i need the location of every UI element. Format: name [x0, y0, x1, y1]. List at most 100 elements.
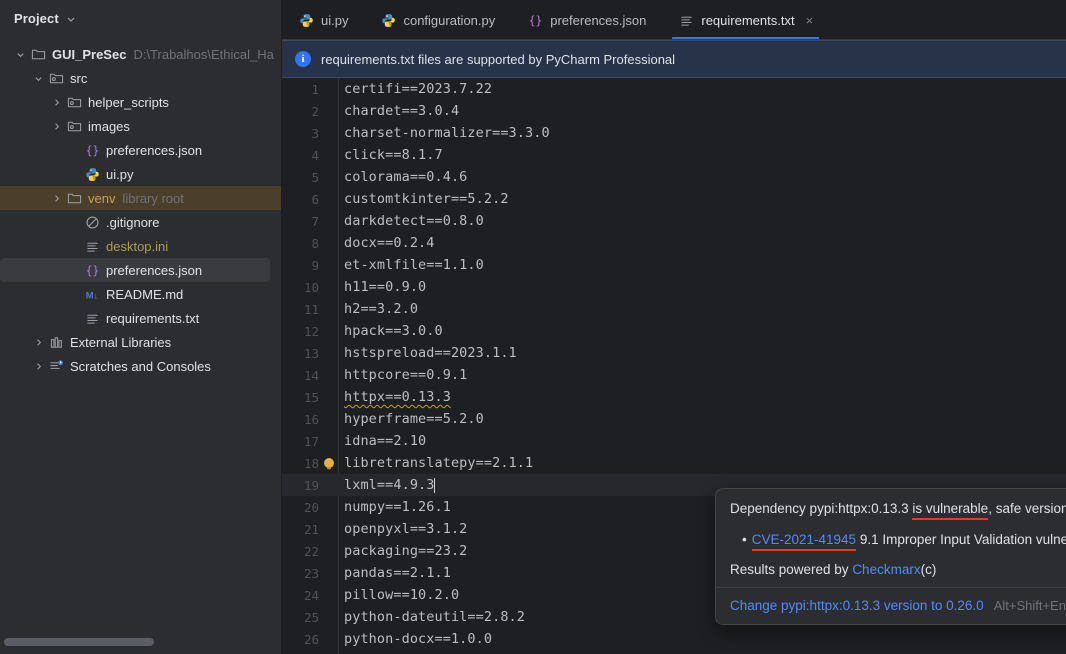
tree-item-helper-scripts[interactable]: helper_scripts: [0, 90, 282, 114]
code-line[interactable]: 18 libretranslatepy==2.1.1: [282, 452, 1066, 474]
vulnerability-popup[interactable]: Dependency pypi:httpx:0.13.3 is vulnerab…: [715, 488, 1066, 625]
tree-item-label: preferences.json: [106, 142, 203, 158]
svg-text:{}: {}: [528, 14, 542, 27]
lightbulb-icon[interactable]: [322, 456, 336, 470]
tree-item-images[interactable]: images: [0, 114, 282, 138]
code-line[interactable]: 7 darkdetect==0.8.0: [282, 210, 1066, 232]
tree-item-ui-py[interactable]: ui.py: [0, 162, 282, 186]
tree-item-label: requirements.txt: [106, 310, 200, 326]
line-number: 5: [311, 169, 319, 185]
code-text: hstspreload==2023.1.1: [344, 345, 517, 361]
cve-description: 9.1 Improper Input Validation vulnerabil…: [859, 532, 1066, 547]
code-text: chardet==3.0.4: [344, 103, 460, 119]
project-sidebar: Project GUI_PreSec D:\Trabalhos\Ethical_H…: [0, 0, 282, 654]
cve-link[interactable]: CVE-2021-41945: [751, 532, 857, 551]
svg-text:{}: {}: [85, 264, 99, 277]
tree-item-preferences-src[interactable]: {} preferences.json: [0, 138, 282, 162]
code-line[interactable]: 3 charset-normalizer==3.3.0: [282, 122, 1066, 144]
chevron-right-icon[interactable]: [30, 334, 46, 350]
chevron-down-icon[interactable]: [12, 46, 28, 62]
code-line[interactable]: 8 docx==0.2.4: [282, 232, 1066, 254]
tree-item-label: GUI_PreSec: [52, 46, 127, 62]
code-line[interactable]: 14 httpcore==0.9.1: [282, 364, 1066, 386]
tree-item-label: desktop.ini: [106, 238, 169, 254]
tree-item-gitignore[interactable]: .gitignore: [0, 210, 282, 234]
code-line[interactable]: 12 hpack==3.0.0: [282, 320, 1066, 342]
code-line[interactable]: 13 hstspreload==2023.1.1: [282, 342, 1066, 364]
code-text: colorama==0.4.6: [344, 169, 468, 185]
tree-item-venv[interactable]: venv library root: [0, 186, 282, 210]
code-text: docx==0.2.4: [344, 235, 435, 251]
project-tree: GUI_PreSec D:\Trabalhos\Ethical_Ha src help…: [0, 36, 282, 378]
chevron-right-icon[interactable]: [48, 94, 64, 110]
tree-item-src[interactable]: src: [0, 66, 282, 90]
chevron-down-icon[interactable]: [30, 70, 46, 86]
code-text: libretranslatepy==2.1.1: [344, 455, 534, 471]
tab-configuration-py[interactable]: configuration.py: [364, 0, 511, 40]
code-line[interactable]: 5 colorama==0.4.6: [282, 166, 1066, 188]
chevron-right-icon[interactable]: [48, 190, 64, 206]
tree-item-label: .gitignore: [106, 214, 160, 230]
sidebar-horizontal-scrollbar[interactable]: [0, 638, 282, 646]
code-text: customtkinter==5.2.2: [344, 191, 509, 207]
chevron-right-icon[interactable]: [48, 118, 64, 134]
project-tool-window-header[interactable]: Project: [0, 0, 282, 36]
svg-text:M↓: M↓: [86, 290, 98, 300]
code-editor[interactable]: 1 certifi==2023.7.22 2 chardet==3.0.4 3 chars…: [282, 78, 1066, 654]
code-line[interactable]: 2 chardet==3.0.4: [282, 100, 1066, 122]
line-number: 8: [311, 235, 319, 251]
tree-item-requirements-txt[interactable]: requirements.txt: [0, 306, 282, 330]
tree-item-readme-md[interactable]: M↓ README.md: [0, 282, 282, 306]
tab-ui-py[interactable]: ui.py: [282, 0, 364, 40]
tab-requirements-txt[interactable]: requirements.txt ×: [662, 0, 829, 40]
line-number: 7: [311, 213, 319, 229]
tab-preferences-json[interactable]: {} preferences.json: [511, 0, 662, 40]
sidebar-scrollbar-thumb[interactable]: [4, 638, 154, 646]
code-line[interactable]: 15 httpx==0.13.3: [282, 386, 1066, 408]
tree-item-desktop-ini[interactable]: desktop.ini: [0, 234, 282, 258]
code-line[interactable]: 4 click==8.1.7: [282, 144, 1066, 166]
code-line[interactable]: 11 h2==3.2.0: [282, 298, 1066, 320]
code-line[interactable]: 16 hyperframe==5.2.0: [282, 408, 1066, 430]
code-line[interactable]: 9 et-xmlfile==1.1.0: [282, 254, 1066, 276]
code-line[interactable]: 26 python-docx==1.0.0: [282, 628, 1066, 650]
line-number: 11: [303, 301, 319, 317]
code-line[interactable]: 10 h11==0.9.0: [282, 276, 1066, 298]
code-line[interactable]: 17 idna==2.10: [282, 430, 1066, 452]
code-line[interactable]: 6 customtkinter==5.2.2: [282, 188, 1066, 210]
chevron-down-icon[interactable]: [66, 14, 76, 24]
tree-item-scratches[interactable]: Scratches and Consoles: [0, 354, 282, 378]
chevron-right-icon[interactable]: [30, 358, 46, 374]
tree-item-preferences-root[interactable]: {} preferences.json: [0, 258, 270, 282]
pycharm-professional-banner[interactable]: i requirements.txt files are supported b…: [282, 40, 1066, 78]
change-version-action[interactable]: Change pypi:httpx:0.13.3 version to 0.26…: [730, 598, 984, 613]
code-text: h11==0.9.0: [344, 279, 427, 295]
code-text: certifi==2023.7.22: [344, 81, 493, 97]
json-file-icon: {}: [83, 262, 101, 278]
popup-title: Dependency pypi:httpx:0.13.3 is vulnerab…: [730, 500, 1066, 520]
close-icon[interactable]: ×: [806, 14, 814, 27]
line-number: 26: [303, 631, 319, 647]
code-text: numpy==1.26.1: [344, 499, 451, 515]
project-panel-title: Project: [14, 10, 59, 26]
tree-item-label: Scratches and Consoles: [70, 358, 211, 374]
source-folder-icon: [65, 118, 83, 134]
tab-label: configuration.py: [403, 12, 496, 28]
tree-item-label: venv: [88, 190, 116, 206]
tab-label: preferences.json: [550, 12, 647, 28]
code-text: pandas==2.1.1: [344, 565, 451, 581]
code-line[interactable]: 1 certifi==2023.7.22: [282, 78, 1066, 100]
scratches-icon: [47, 358, 65, 374]
popup-credits: Results powered by Checkmarx(c): [730, 562, 1066, 577]
markdown-file-icon: M↓: [83, 286, 101, 302]
code-text: packaging==23.2: [344, 543, 468, 559]
line-number: 15: [303, 389, 319, 405]
line-number: 21: [303, 521, 319, 537]
text-file-icon: [83, 238, 101, 254]
checkmarx-link[interactable]: Checkmarx: [852, 562, 920, 577]
tree-item-external-libraries[interactable]: External Libraries: [0, 330, 282, 354]
tree-item-gui-presec[interactable]: GUI_PreSec D:\Trabalhos\Ethical_Ha: [0, 42, 282, 66]
